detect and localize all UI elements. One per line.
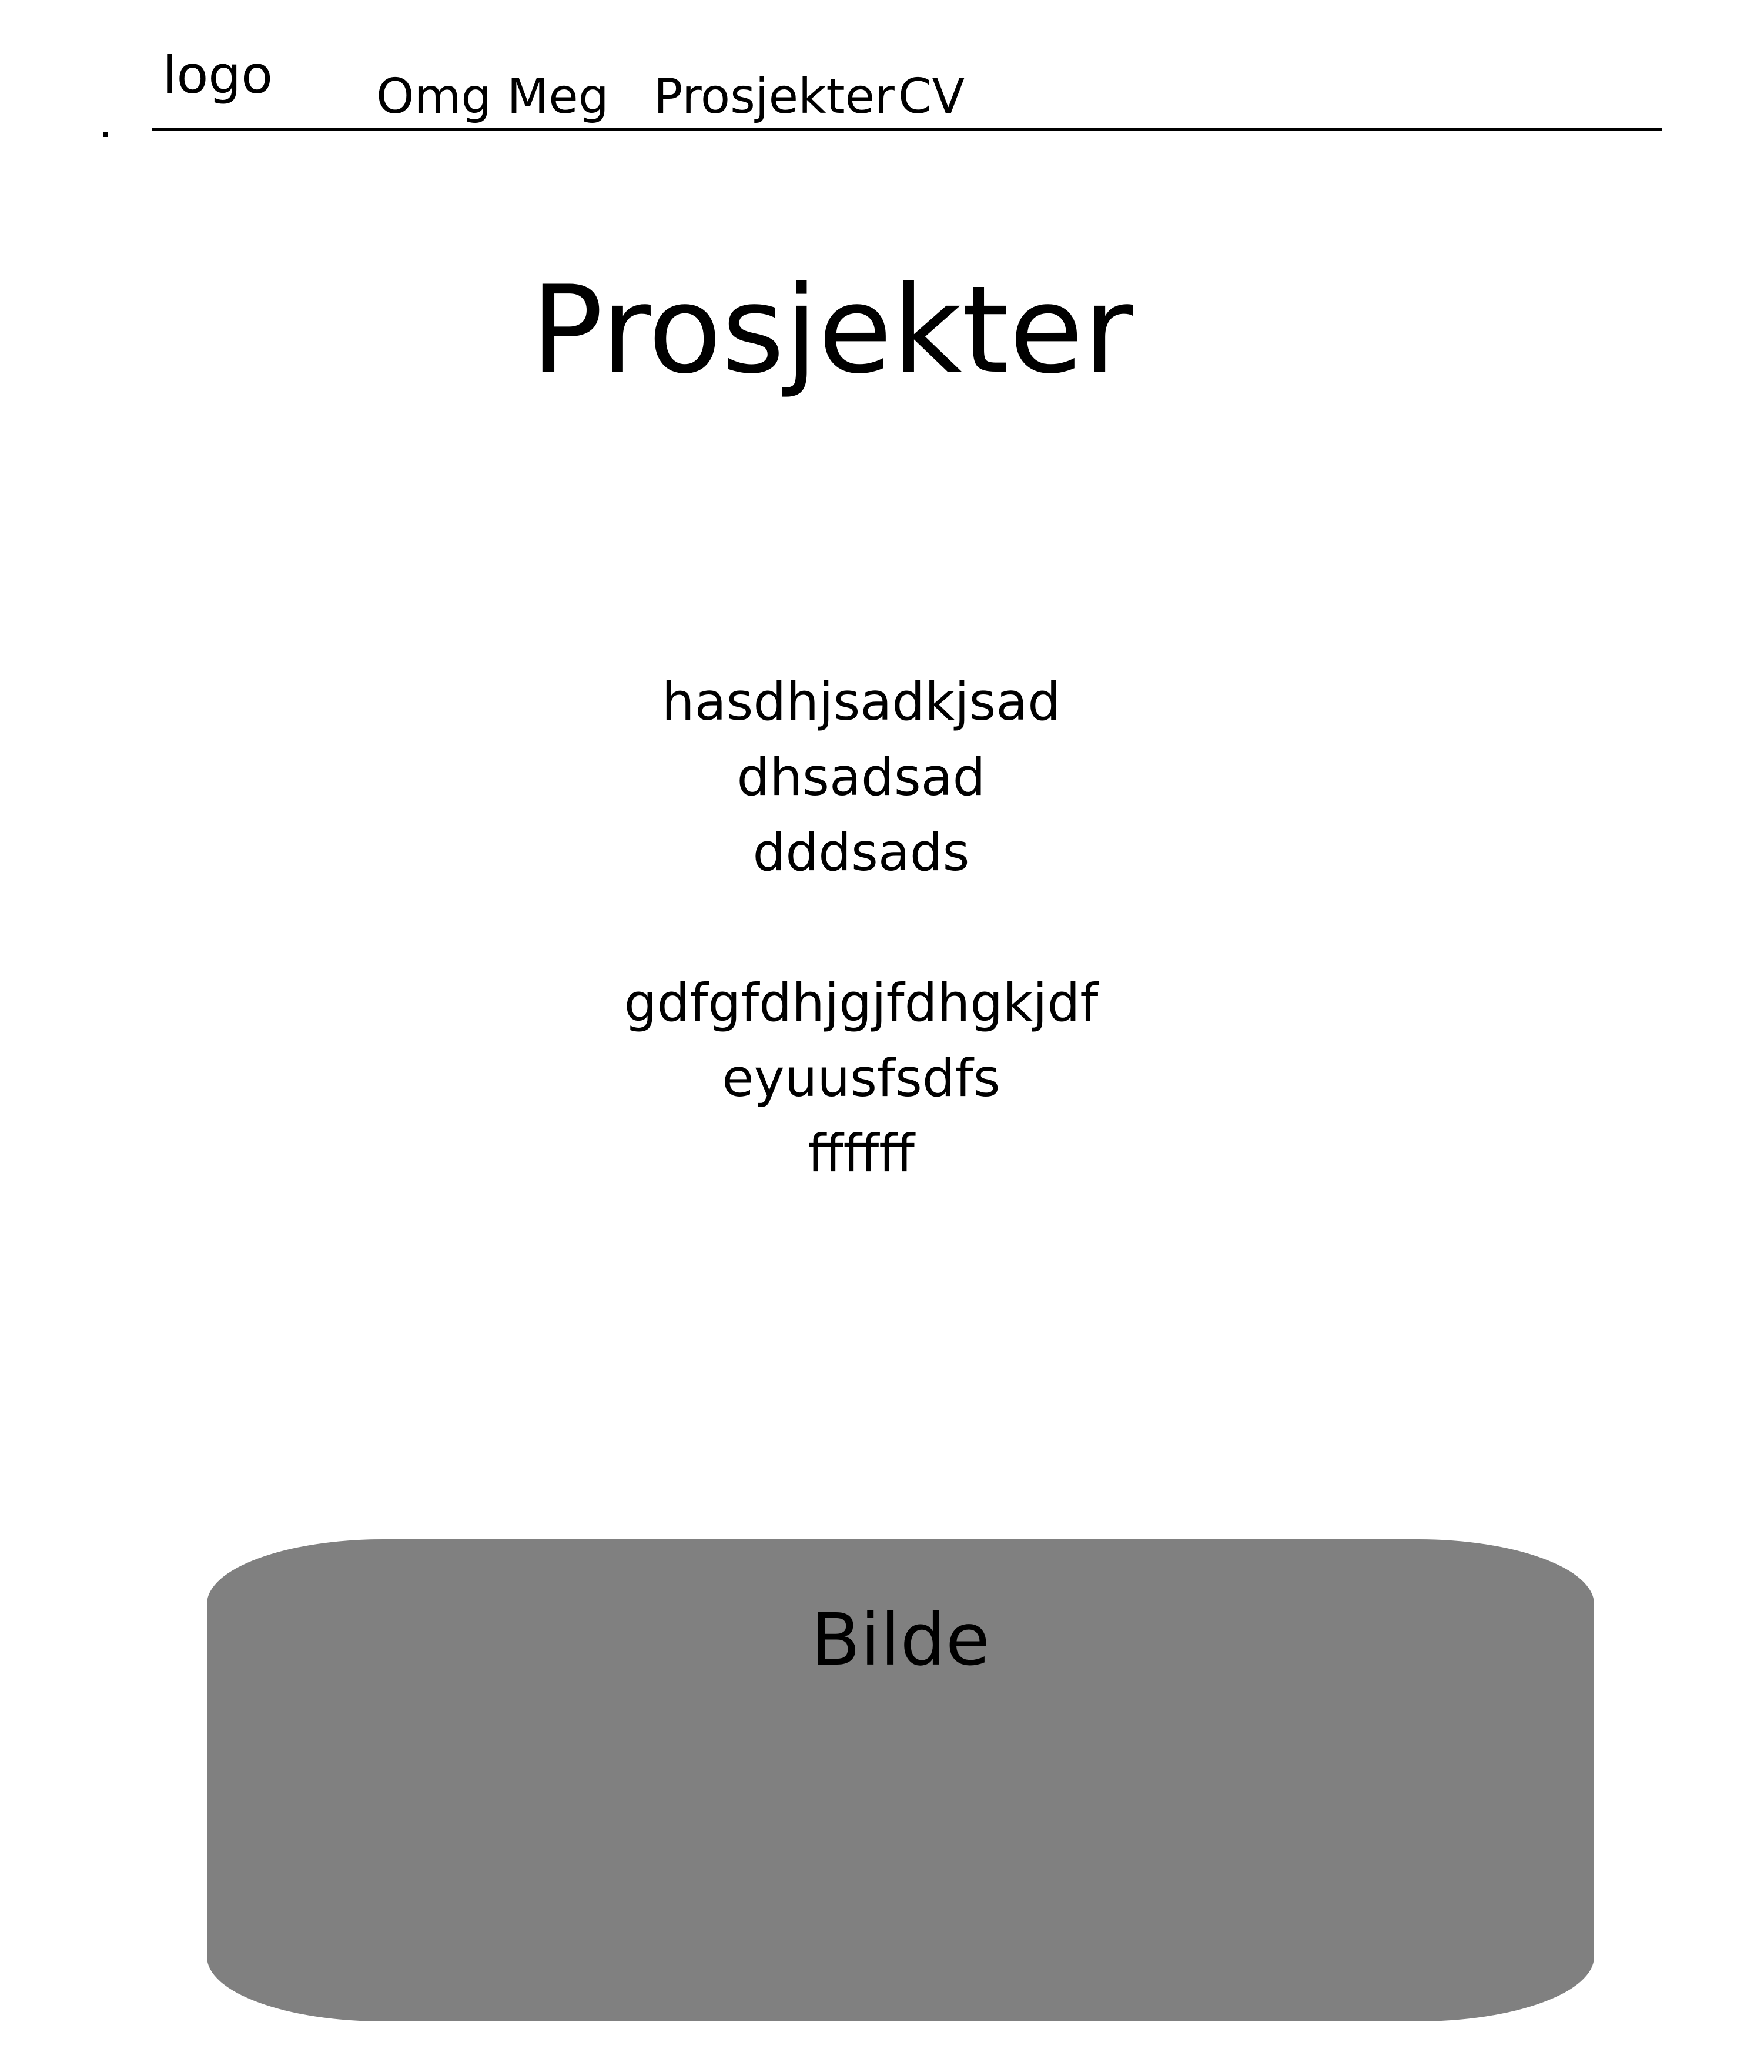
text-line: hasdhjsadkjsad xyxy=(661,671,1061,732)
logo[interactable]: logo xyxy=(162,49,273,101)
nav-link-prosjekter[interactable]: Prosjekter xyxy=(654,73,895,121)
page: { "header": { "logo": "logo", "nav": { "… xyxy=(0,0,1764,2072)
nav-link-omg-meg[interactable]: Omg Meg xyxy=(376,73,609,121)
image-placeholder: Bilde xyxy=(207,1539,1594,2021)
stray-dot xyxy=(103,132,108,137)
text-line: ffffff xyxy=(808,1123,915,1184)
text-line: gdfgfdhjgjfdhgkjdf xyxy=(624,972,1099,1033)
header-divider xyxy=(152,128,1662,131)
text-block-1: hasdhjsadkjsad dhsadsad dddsads xyxy=(0,664,1722,890)
text-line: dddsads xyxy=(752,822,970,883)
text-line: eyuusfsdfs xyxy=(722,1048,1000,1108)
text-line: dhsadsad xyxy=(737,747,986,807)
text-block-2: gdfgfdhjgjfdhgkjdf eyuusfsdfs ffffff xyxy=(0,965,1722,1191)
nav-link-cv[interactable]: CV xyxy=(898,73,965,121)
image-placeholder-label: Bilde xyxy=(811,1598,990,1682)
page-title: Prosjekter xyxy=(530,260,1133,400)
